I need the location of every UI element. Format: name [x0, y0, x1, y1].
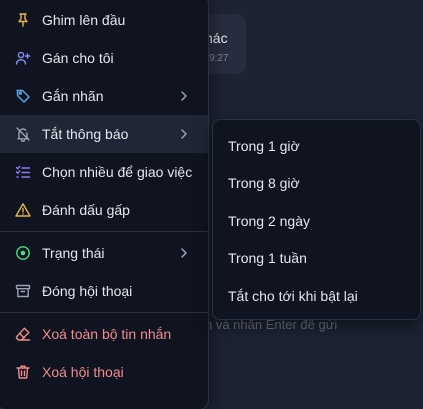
menu-item-delete-conversation[interactable]: Xoá hội thoại — [0, 353, 208, 391]
eraser-icon — [15, 326, 31, 342]
menu-item-multi-select-assign[interactable]: Chọn nhiều để giao việc — [0, 153, 208, 191]
menu-item-pin[interactable]: Ghim lên đầu — [0, 1, 208, 39]
list-checks-icon — [15, 164, 31, 180]
warning-icon — [15, 202, 31, 218]
menu-item-mute-notifications[interactable]: Tắt thông báo — [0, 115, 208, 153]
chevron-right-icon — [181, 91, 187, 101]
menu-item-label: Chọn nhiều để giao việc — [42, 164, 193, 180]
submenu-item-1-hour[interactable]: Trong 1 giờ — [213, 127, 420, 165]
menu-divider — [0, 231, 208, 232]
archive-icon — [15, 283, 31, 299]
trash-icon — [15, 364, 31, 380]
submenu-item-8-hours[interactable]: Trong 8 giờ — [213, 165, 420, 203]
menu-item-label: Tắt thông báo — [42, 126, 129, 142]
app-window: hác 9:27 n và nhấn Enter để gửi Ghim lên… — [0, 0, 423, 409]
mute-duration-submenu: Trong 1 giờ Trong 8 giờ Trong 2 ngày Tro… — [212, 119, 421, 320]
menu-item-status[interactable]: Trạng thái — [0, 234, 208, 272]
user-plus-icon — [15, 50, 31, 66]
menu-item-label: Đóng hội thoại — [42, 283, 133, 299]
menu-item-label: Gán cho tôi — [42, 50, 114, 66]
bell-off-icon — [15, 126, 31, 142]
menu-item-label: Gắn nhãn — [42, 88, 104, 104]
menu-item-label: Trạng thái — [42, 245, 105, 261]
menu-item-label: Xoá hội thoại — [42, 364, 124, 380]
chevron-right-icon — [181, 129, 187, 139]
submenu-item-1-week[interactable]: Trong 1 tuần — [213, 240, 420, 278]
menu-item-label: Xoá toàn bộ tin nhắn — [42, 326, 172, 342]
menu-divider — [0, 312, 208, 313]
tag-icon — [15, 88, 31, 104]
menu-item-label: Ghim lên đầu — [42, 12, 126, 28]
submenu-item-2-days[interactable]: Trong 2 ngày — [213, 202, 420, 240]
message-time: 9:27 — [209, 53, 229, 64]
menu-item-clear-messages[interactable]: Xoá toàn bộ tin nhắn — [0, 315, 208, 353]
circle-dot-icon — [15, 245, 31, 261]
menu-item-label: Đánh dấu gấp — [42, 202, 130, 218]
menu-item-close-conversation[interactable]: Đóng hội thoại — [0, 272, 208, 310]
menu-item-mark-urgent[interactable]: Đánh dấu gấp — [0, 191, 208, 229]
conversation-context-menu: Ghim lên đầu Gán cho tôi Gắn nhãn Tắt th… — [0, 0, 209, 409]
menu-item-assign-to-me[interactable]: Gán cho tôi — [0, 39, 208, 77]
submenu-item-until-turned-on[interactable]: Tắt cho tới khi bật lại — [213, 277, 420, 315]
pin-icon — [15, 12, 31, 28]
menu-item-label-tag[interactable]: Gắn nhãn — [0, 77, 208, 115]
chevron-right-icon — [181, 248, 187, 258]
